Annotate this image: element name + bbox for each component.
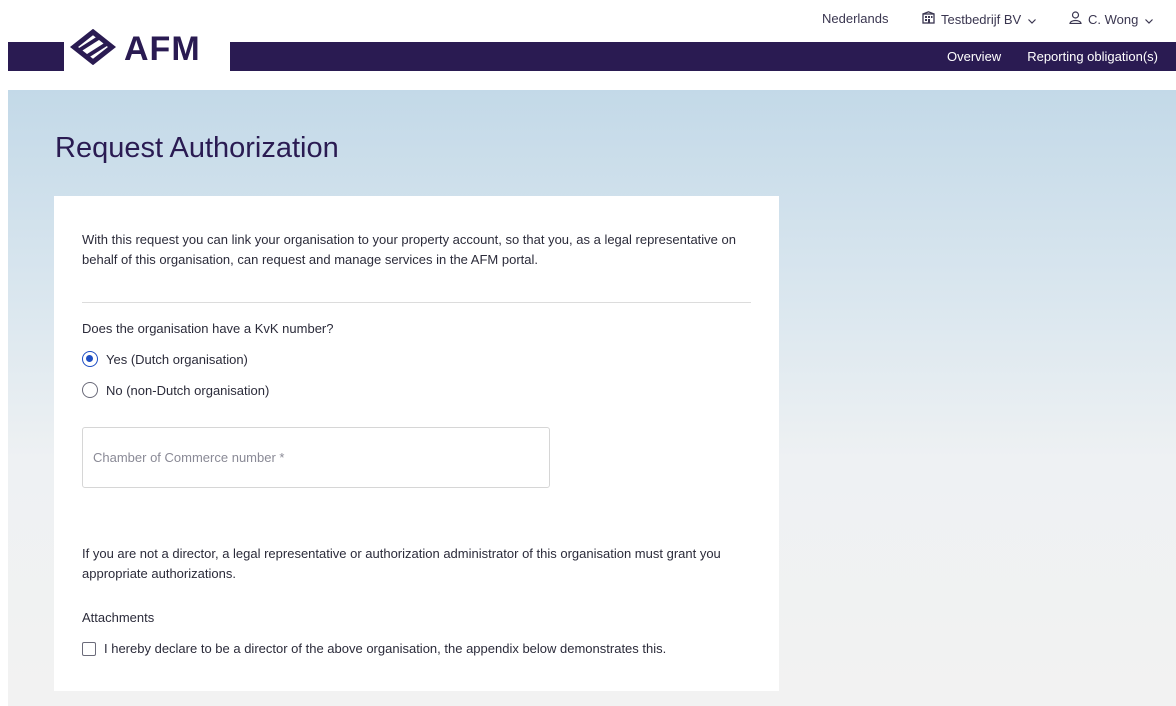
building-icon bbox=[922, 11, 935, 27]
user-name: C. Wong bbox=[1088, 11, 1139, 27]
director-declaration[interactable]: I hereby declare to be a director of the… bbox=[82, 641, 666, 656]
declaration-label: I hereby declare to be a director of the… bbox=[104, 641, 667, 656]
radio-button-checked[interactable] bbox=[82, 351, 98, 367]
authorization-note: If you are not a director, a legal repre… bbox=[82, 546, 721, 581]
kvk-question: Does the organisation have a KvK number? bbox=[82, 321, 334, 336]
radio-button[interactable] bbox=[82, 382, 98, 398]
afm-logo-icon bbox=[69, 28, 117, 70]
logo-text: AFM bbox=[124, 29, 201, 68]
divider bbox=[82, 302, 751, 303]
radio-no-label: No (non-Dutch organisation) bbox=[106, 382, 270, 398]
radio-yes-label: Yes (Dutch organisation) bbox=[106, 351, 248, 367]
main-nav: Overview Reporting obligation(s) bbox=[947, 42, 1158, 71]
nav-overview[interactable]: Overview bbox=[947, 49, 1001, 64]
nav-reporting-obligations[interactable]: Reporting obligation(s) bbox=[1027, 49, 1158, 64]
company-selector[interactable]: Testbedrijf BV bbox=[922, 11, 1037, 27]
kvk-field[interactable] bbox=[82, 427, 550, 488]
request-card: With this request you can link your orga… bbox=[54, 196, 779, 691]
language-switch[interactable]: Nederlands bbox=[822, 11, 889, 26]
chevron-down-icon bbox=[1144, 14, 1154, 24]
company-label: Testbedrijf BV bbox=[941, 11, 1022, 27]
attachments-label: Attachments bbox=[82, 610, 155, 625]
user-icon bbox=[1069, 11, 1082, 27]
chevron-down-icon bbox=[1027, 14, 1037, 24]
declaration-checkbox[interactable] bbox=[82, 641, 96, 656]
radio-no-non-dutch[interactable]: No (non-Dutch organisation) bbox=[82, 382, 269, 398]
intro-text: With this request you can link your orga… bbox=[82, 232, 736, 267]
afm-logo[interactable]: AFM bbox=[64, 26, 230, 72]
page-title: Request Authorization bbox=[55, 132, 339, 164]
radio-yes-dutch[interactable]: Yes (Dutch organisation) bbox=[82, 351, 248, 367]
language-label: Nederlands bbox=[822, 11, 889, 26]
user-menu[interactable]: C. Wong bbox=[1069, 11, 1154, 27]
chamber-of-commerce-input[interactable] bbox=[93, 428, 533, 487]
